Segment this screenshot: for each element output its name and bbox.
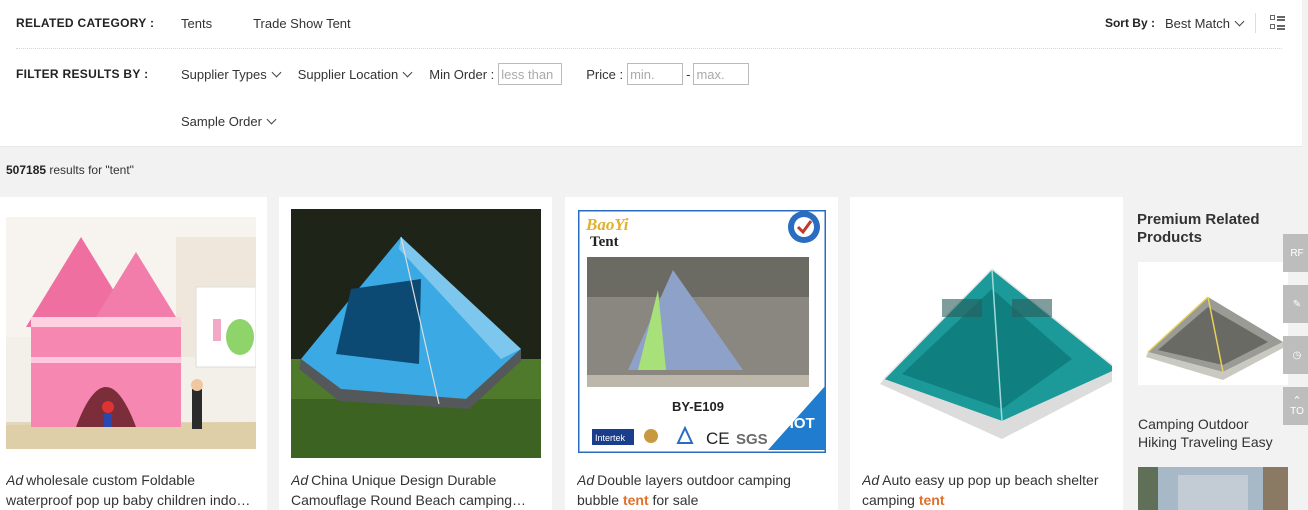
- to-top-label: TO: [1290, 405, 1304, 417]
- history-icon[interactable]: ◷: [1283, 336, 1308, 374]
- model-text: BY-E109: [672, 399, 724, 414]
- product-title[interactable]: Ad China Unique Design Durable Camouflage…: [291, 470, 543, 510]
- related-category-row: RELATED CATEGORY : Tents Trade Show Tent…: [16, 13, 1286, 33]
- keyword-highlight: tent: [918, 492, 945, 508]
- premium-related-products: Premium Related Products Camping Outdoor…: [1124, 197, 1308, 510]
- product-title-text: Auto easy up pop up beach shelter campin…: [862, 472, 1099, 508]
- hot-badge-text: HOT: [783, 415, 815, 432]
- supplier-location-label: Supplier Location: [297, 66, 399, 82]
- product-card[interactable]: Ad wholesale custom Foldable waterproof p…: [0, 197, 267, 510]
- product-title[interactable]: Ad wholesale custom Foldable waterproof p…: [6, 470, 258, 510]
- category-link-trade-show-tent[interactable]: Trade Show Tent: [253, 16, 351, 31]
- chevron-down-icon: [266, 114, 277, 124]
- filter-results-label: FILTER RESULTS BY :: [16, 67, 149, 81]
- sample-order-label: Sample Order: [181, 113, 262, 129]
- supplier-types-label: Supplier Types: [181, 66, 267, 82]
- product-image-kids-castle-tent[interactable]: [6, 217, 256, 449]
- results-number: 507185: [6, 163, 47, 177]
- related-category-label: RELATED CATEGORY :: [16, 16, 155, 30]
- sample-order-row: Sample Order: [181, 111, 293, 131]
- to-top-icon[interactable]: ⌃ TO: [1283, 387, 1308, 425]
- product-image-beach-shelter[interactable]: [862, 209, 1112, 458]
- keyword-highlight: tent: [622, 492, 649, 508]
- product-title-text: wholesale custom Foldable waterproof pop…: [6, 472, 251, 508]
- product-title[interactable]: Ad Auto easy up pop up beach shelter camp…: [862, 470, 1114, 510]
- results-count: 507185 results for "tent": [6, 163, 134, 177]
- filter-panel: RELATED CATEGORY : Tents Trade Show Tent…: [0, 0, 1302, 147]
- product-title-text: for sale: [648, 492, 699, 508]
- min-order-input[interactable]: [498, 63, 563, 85]
- supplier-types-dropdown[interactable]: Supplier Types: [181, 66, 282, 82]
- min-order-label: Min Order :: [429, 66, 495, 82]
- sort-label: Sort By :: [1104, 16, 1155, 30]
- product-title-text: China Unique Design Durable Camouflage R…: [291, 472, 527, 508]
- cert-text: CE: [706, 429, 730, 448]
- price-dash: -: [686, 66, 691, 82]
- cert-text: SGS: [736, 431, 768, 448]
- rfq-icon[interactable]: RF: [1283, 234, 1308, 272]
- ad-badge: Ad: [6, 472, 24, 488]
- product-card[interactable]: Ad Auto easy up pop up beach shelter camp…: [850, 197, 1123, 510]
- price-max-input[interactable]: [693, 63, 750, 85]
- rfq-label: RF: [1290, 247, 1304, 259]
- chevron-down-icon: [1234, 16, 1245, 26]
- premium-product-image[interactable]: [1138, 262, 1288, 385]
- premium-heading: Premium Related Products: [1137, 211, 1260, 246]
- brand-text: BaoYi: [585, 215, 629, 234]
- product-card[interactable]: BaoYi Tent BY-E109 HOT Intertek CE SGS A…: [565, 197, 838, 510]
- premium-product-image[interactable]: [1138, 467, 1288, 510]
- ad-badge: Ad: [291, 472, 309, 488]
- filter-row: FILTER RESULTS BY : Supplier Types Suppl…: [16, 63, 750, 85]
- sort-dropdown[interactable]: Best Match: [1164, 15, 1245, 31]
- sample-order-dropdown[interactable]: Sample Order: [181, 113, 277, 129]
- results-text: results for "tent": [49, 163, 134, 177]
- category-link-tents[interactable]: Tents: [181, 16, 212, 31]
- supplier-location-dropdown[interactable]: Supplier Location: [297, 66, 413, 82]
- divider: [1255, 13, 1256, 33]
- product-title[interactable]: Ad Double layers outdoor camping bubble t…: [577, 470, 829, 510]
- premium-product-title[interactable]: Camping Outdoor Hiking Traveling Easy: [1138, 415, 1288, 451]
- ad-badge: Ad: [862, 472, 880, 488]
- product-card[interactable]: Ad China Unique Design Durable Camouflage…: [279, 197, 552, 510]
- sort-value: Best Match: [1164, 15, 1230, 31]
- cert-text: Intertek: [595, 433, 626, 443]
- product-image-bubble-tent[interactable]: BaoYi Tent BY-E109 HOT Intertek CE SGS: [578, 210, 826, 453]
- divider: [16, 48, 1282, 49]
- list-view-icon[interactable]: [1270, 15, 1286, 31]
- ad-badge: Ad: [577, 472, 595, 488]
- product-image-blue-dome-tent[interactable]: [291, 209, 541, 458]
- chevron-down-icon: [271, 67, 282, 77]
- sort-controls: Sort By : Best Match: [1105, 13, 1286, 33]
- edit-icon[interactable]: ✎: [1283, 285, 1308, 323]
- side-toolbar: RF ✎ ◷ ⌃ TO: [1283, 234, 1308, 438]
- price-label: Price :: [586, 66, 624, 82]
- brand-sub-text: Tent: [590, 234, 619, 250]
- chevron-down-icon: [402, 67, 413, 77]
- price-min-input[interactable]: [627, 63, 684, 85]
